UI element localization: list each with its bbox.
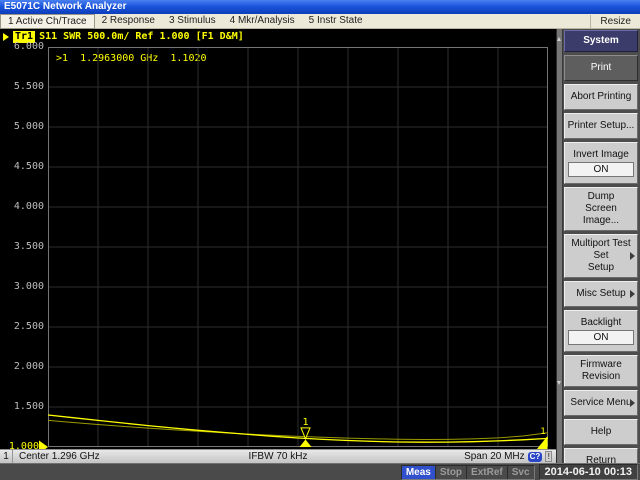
softkey-dump-screen-image[interactable]: DumpScreen Image... [564,187,638,231]
softkey-printer-setup[interactable]: Printer Setup... [564,113,638,139]
status-stop: Stop [435,466,466,479]
y-axis-label: 3.500 [0,241,44,253]
status-meas: Meas [402,466,435,479]
datetime-display: 2014-06-10 00:13 [539,464,638,480]
y-axis-label: 6.000 [0,41,44,53]
center-frequency: Center 1.296 GHz [19,450,100,463]
y-axis-label: 2.500 [0,321,44,333]
y-axis-label: 4.000 [0,201,44,213]
softkey-state-value: ON [568,330,634,345]
softkey-invert-image[interactable]: Invert ImageON [564,142,638,184]
status-svc: Svc [507,466,534,479]
softkey-label: Print [566,62,636,74]
softkey-label: Dump [566,191,636,203]
cal-status-badge: C? [528,452,543,462]
softkey-label: Multiport Test Set [566,238,636,262]
y-axis-label: 5.500 [0,81,44,93]
graph-area: Tr1 S11 SWR 500.0m/ Ref 1.000 [F1 D&M] >… [0,29,556,449]
span-group: Span 20 MHz C? ! [464,450,556,463]
softkey-label: Screen Image... [566,203,636,227]
y-axis-label: 3.000 [0,281,44,293]
submenu-arrow-icon [630,290,635,298]
menu-item-4[interactable]: 4 Mkr/Analysis [223,14,302,27]
softkey-label: Misc Setup [566,288,636,300]
active-trace-arrow-icon [3,33,9,41]
scroll-up-icon[interactable] [557,37,561,41]
y-axis-label: 1.500 [0,401,44,413]
instrument-status-bar: Meas Stop ExtRef Svc 2014-06-10 00:13 [0,463,640,480]
marker-1-label: 1 [302,417,308,428]
submenu-arrow-icon [630,252,635,260]
submenu-arrow-icon [630,399,635,407]
softkey-service-menu[interactable]: Service Menu [564,390,638,416]
status-indicator-cluster: Meas Stop ExtRef Svc [401,465,535,480]
softkey-firmware-revision[interactable]: FirmwareRevision [564,355,638,387]
swr-chart: 11 [48,47,548,447]
softkey-help[interactable]: Help [564,419,638,445]
scroll-down-icon[interactable] [557,381,561,385]
softkey-label: Printer Setup... [566,120,636,132]
y-axis-label: 2.000 [0,361,44,373]
softkey-abort-printing[interactable]: Abort Printing [564,84,638,110]
trace-format-text: S11 SWR 500.0m/ Ref 1.000 [F1 D&M] [39,31,244,43]
softkey-backlight[interactable]: BacklightON [564,310,638,352]
right-edge-trace-number: 1 [540,427,545,437]
window-title: E5071C Network Analyzer [4,1,126,12]
menu-item-1[interactable]: 1 Active Ch/Trace [0,14,95,29]
softkey-label: Service Menu [566,397,636,409]
softkey-label: Setup [566,262,636,274]
span-readout: Span 20 MHz [464,450,525,463]
menu-item-2[interactable]: 2 Response [95,14,162,27]
softkey-label: Help [566,426,636,438]
softkey-system[interactable]: System [564,30,638,52]
softkey-state-value: ON [568,162,634,177]
softkey-sidebar: System Print Abort Printing Printer Setup..… [556,29,640,463]
menu-item-3[interactable]: 3 Stimulus [162,14,223,27]
softkey-multiport-test-set-setup[interactable]: Multiport Test SetSetup [564,234,638,278]
warning-badge: ! [545,451,552,462]
softkey-label: Abort Printing [566,91,636,103]
softkey-label: Backlight [566,317,636,329]
softkey-label: System [566,35,636,47]
window-titlebar: E5071C Network Analyzer [0,0,640,14]
marker-stimulus-indicator-icon [300,440,312,448]
softkey-scrollbar[interactable] [557,29,563,463]
status-extref: ExtRef [466,466,507,479]
channel-status-bar: 1 Center 1.296 GHz IFBW 70 kHz Span 20 M… [0,449,556,463]
channel-number: 1 [0,450,13,463]
y-axis-label: 5.000 [0,121,44,133]
y-axis-label: 4.500 [0,161,44,173]
ifbw-readout: IFBW 70 kHz [249,450,308,463]
softkey-print[interactable]: Print [564,55,638,81]
softkey-label: Firmware [566,359,636,371]
menu-item-5[interactable]: 5 Instr State [302,14,370,27]
softkey-label: Invert Image [566,149,636,161]
menu-bar: 1 Active Ch/Trace2 Response3 Stimulus4 M… [0,14,640,29]
softkey-label: Revision [566,371,636,383]
softkey-misc-setup[interactable]: Misc Setup [564,281,638,307]
menu-item-resize[interactable]: Resize [590,15,640,28]
